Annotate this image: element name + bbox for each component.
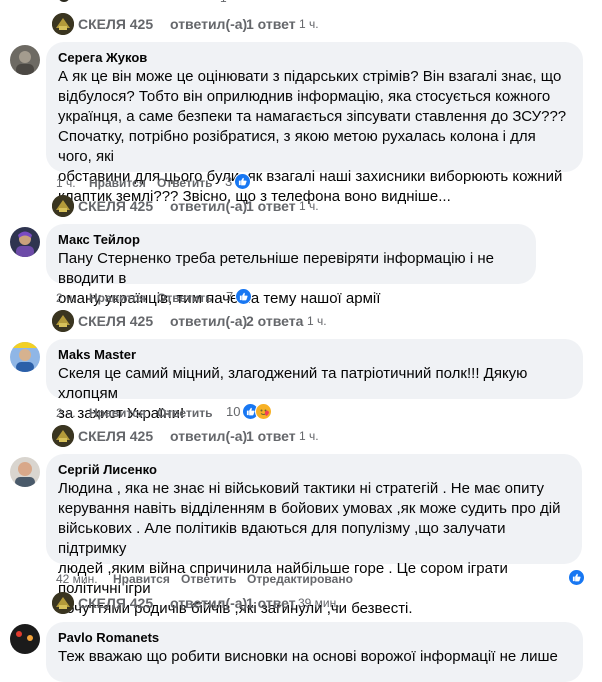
avatar bbox=[52, 425, 74, 447]
reaction-count[interactable]: 10 bbox=[226, 404, 240, 420]
comment-bubble: Серега Жуков А як це він може це оцінюва… bbox=[46, 42, 583, 205]
comment-time[interactable]: 1 ч. bbox=[56, 176, 76, 190]
thumbs-up-icon bbox=[234, 173, 251, 190]
comment-time[interactable]: 2 ч. bbox=[56, 406, 76, 420]
avatar bbox=[52, 592, 74, 614]
partial-count: 1 bbox=[220, 0, 227, 5]
comment-bubble: Maks Master Скеля це самий міцний, злаго… bbox=[46, 339, 583, 422]
like-link[interactable]: Нравится bbox=[89, 291, 146, 305]
comment-author[interactable]: Сергій Лисенко bbox=[58, 462, 570, 478]
like-link[interactable]: Нравится bbox=[89, 176, 146, 190]
like-link[interactable]: Нравится bbox=[89, 406, 146, 420]
reply-link[interactable]: Ответить bbox=[157, 176, 212, 190]
comment-bubble: Макс Тейлор Пану Стерненко треба ретельн… bbox=[46, 224, 536, 307]
thumbs-up-icon bbox=[235, 288, 252, 305]
thumbs-up-icon bbox=[568, 569, 585, 586]
reaction-count[interactable]: 7 bbox=[226, 289, 233, 305]
avatar[interactable] bbox=[10, 227, 40, 257]
comment-time[interactable]: 42 мин. bbox=[56, 572, 98, 586]
avatar[interactable] bbox=[10, 342, 40, 372]
avatar bbox=[52, 13, 74, 35]
comment-text: Теж вважаю що робити висновки на основі … bbox=[58, 648, 558, 665]
avatar[interactable] bbox=[10, 457, 40, 487]
reply-link[interactable]: Ответить bbox=[157, 291, 212, 305]
comment-author[interactable]: Серега Жуков bbox=[58, 50, 571, 66]
reply-link[interactable]: Ответить bbox=[181, 572, 236, 586]
reply-link[interactable]: Ответить bbox=[157, 406, 212, 420]
like-link[interactable]: Нравится bbox=[113, 572, 170, 586]
comment-bubble: Сергій Лисенко Людина , яка не знає ні в… bbox=[46, 454, 582, 617]
comment-bubble: Pavlo Romanets Теж вважаю що робити висн… bbox=[46, 622, 583, 682]
care-icon bbox=[255, 403, 272, 420]
reaction-count[interactable]: 3 bbox=[225, 174, 232, 190]
avatar bbox=[52, 195, 74, 217]
avatar bbox=[52, 310, 74, 332]
comment-time[interactable]: 2 ч. bbox=[56, 291, 76, 305]
avatar[interactable] bbox=[10, 45, 40, 75]
edited-label: Отредактировано bbox=[247, 572, 353, 586]
comment-author[interactable]: Макс Тейлор bbox=[58, 232, 524, 248]
comment-author[interactable]: Maks Master bbox=[58, 347, 571, 363]
comment-author[interactable]: Pavlo Romanets bbox=[58, 630, 571, 646]
